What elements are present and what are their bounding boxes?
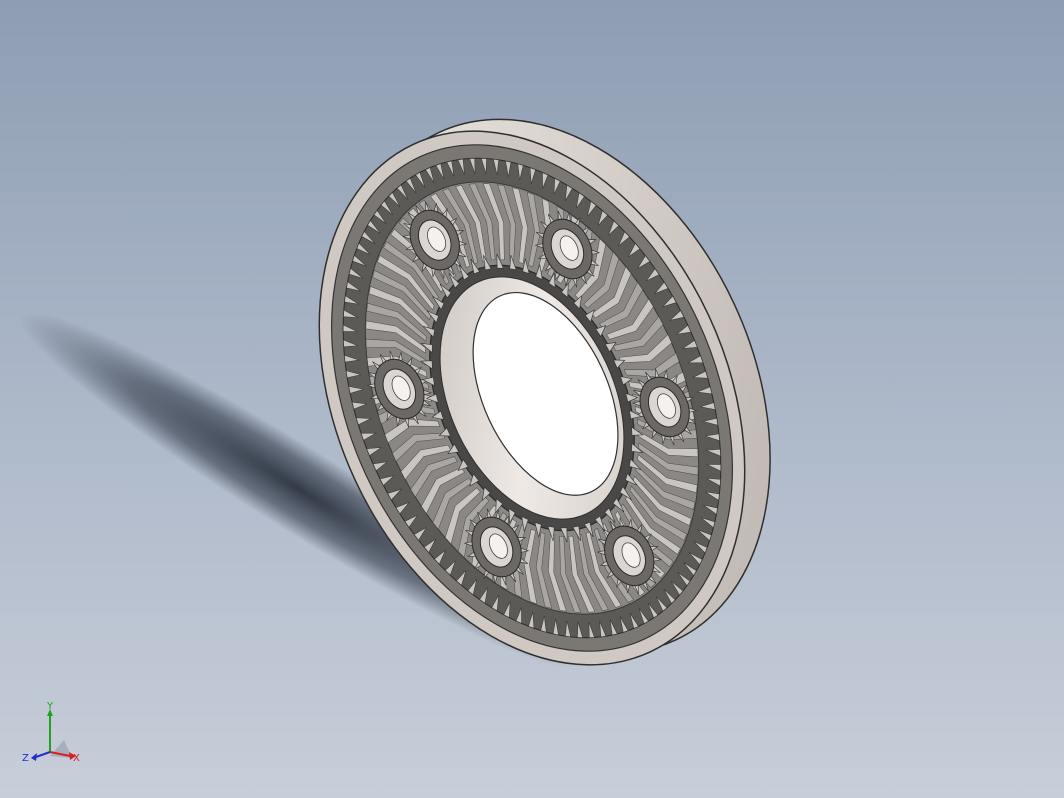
z-axis-label: Z bbox=[22, 753, 29, 764]
y-axis-label: Y bbox=[46, 701, 54, 712]
z-axis-line bbox=[35, 751, 51, 758]
x-axis-label: X bbox=[73, 753, 80, 764]
ring-gear-outer[interactable] bbox=[237, 50, 853, 734]
z-axis-arrow bbox=[31, 753, 37, 761]
model-scene[interactable] bbox=[0, 0, 1064, 798]
graphics-viewport[interactable]: Y X Z bbox=[0, 0, 1064, 798]
reference-triad: Y X Z bbox=[14, 700, 94, 780]
